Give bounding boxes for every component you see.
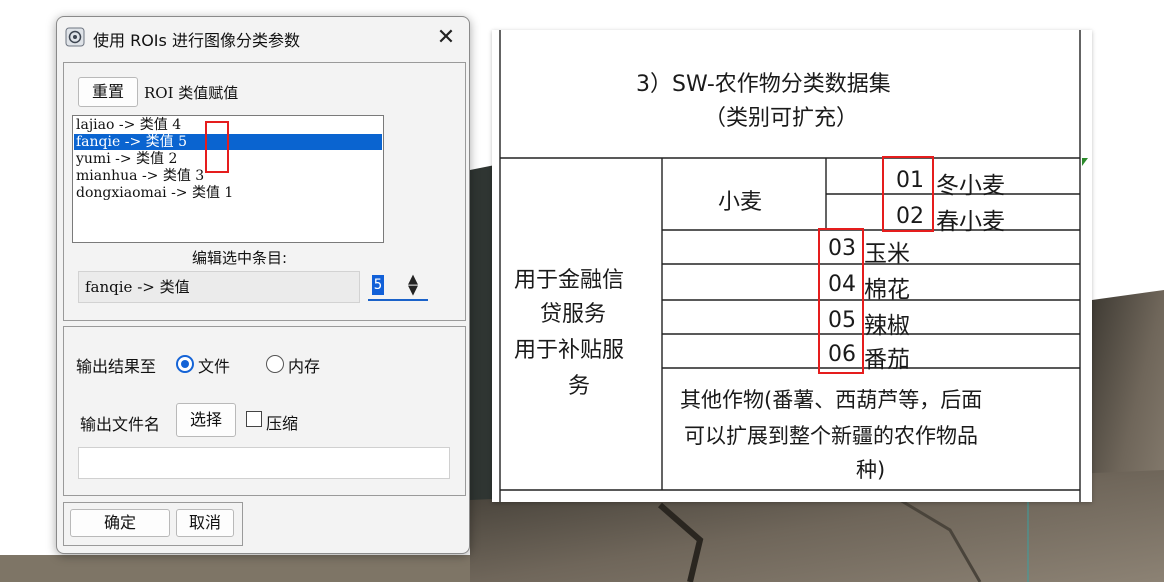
group-label-line3: 用于补贴服 <box>514 338 625 363</box>
reset-button[interactable]: 重置 <box>78 77 138 107</box>
row-name: 辣椒 <box>864 313 910 339</box>
row-name: 玉米 <box>864 241 910 267</box>
cancel-button[interactable]: 取消 <box>176 509 234 537</box>
output-filename-label: 输出文件名 <box>80 415 161 434</box>
highlight-box-wheat-codes <box>882 156 934 232</box>
row-name: 春小麦 <box>936 209 1005 235</box>
memory-radio-label[interactable]: 内存 <box>288 353 320 377</box>
wheat-label: 小麦 <box>718 190 763 215</box>
edit-selected-label: 编辑选中条目: <box>192 249 288 267</box>
output-to-label: 输出结果至 <box>76 357 157 376</box>
table-subheading: （类别可扩充） <box>704 106 859 131</box>
roi-label-suffix: 类值赋值 <box>173 84 239 102</box>
app-icon <box>65 27 85 47</box>
other-crops-line1: 其他作物(番薯、西葫芦等，后面 <box>680 388 983 412</box>
roi-class-assignment-label: ROI 类值赋值 <box>144 82 238 103</box>
roi-classification-dialog: 使用 ROIs 进行图像分类参数 ✕ 重置 ROI 类值赋值 lajiao ->… <box>56 16 470 554</box>
selected-entry-field[interactable]: fanqie -> 类值 <box>78 271 360 303</box>
roi-assignment-group: 重置 ROI 类值赋值 lajiao -> 类值 4 fanqie -> 类值 … <box>63 62 466 321</box>
group-label-line1: 用于金融信 <box>514 268 625 293</box>
choose-file-button[interactable]: 选择 <box>176 403 236 437</box>
ok-button[interactable]: 确定 <box>70 509 170 537</box>
output-group: 输出结果至 文件 内存 输出文件名 选择 压缩 <box>63 326 466 496</box>
group-label-line2: 贷服务 <box>540 302 607 327</box>
row-name: 番茄 <box>864 347 910 373</box>
class-value-spinner[interactable]: 5 ▲ ▼ <box>368 271 428 301</box>
highlight-box-class-values <box>205 121 229 173</box>
spinner-value[interactable]: 5 <box>372 275 384 295</box>
group-label-line4: 务 <box>568 374 591 399</box>
compress-checkbox[interactable] <box>246 411 262 427</box>
spinner-arrows-icon[interactable]: ▲ ▼ <box>408 273 418 297</box>
highlight-box-crop-codes <box>818 228 864 374</box>
action-buttons-group: 确定 取消 <box>63 502 243 546</box>
title-bar[interactable]: 使用 ROIs 进行图像分类参数 ✕ <box>57 17 469 59</box>
memory-radio[interactable] <box>266 355 284 373</box>
dialog-title: 使用 ROIs 进行图像分类参数 <box>93 31 300 50</box>
close-icon[interactable]: ✕ <box>429 23 463 53</box>
table-heading: 3）SW-农作物分类数据集 <box>636 72 891 97</box>
file-radio[interactable] <box>176 355 194 373</box>
row-name: 冬小麦 <box>936 173 1005 199</box>
output-path-input[interactable] <box>78 447 450 479</box>
other-crops-line2: 可以扩展到整个新疆的农作物品 <box>684 424 978 448</box>
list-item[interactable]: dongxiaomai -> 类值 1 <box>74 185 382 201</box>
compress-label[interactable]: 压缩 <box>266 410 298 434</box>
crop-dataset-table: 3）SW-农作物分类数据集 （类别可扩充） 用于金融信 贷服务 用于补贴服 务 … <box>492 30 1092 502</box>
other-crops-line3: 种) <box>856 458 886 482</box>
file-radio-label[interactable]: 文件 <box>198 353 230 377</box>
row-name: 棉花 <box>864 277 910 303</box>
roi-label-prefix: ROI <box>144 84 174 102</box>
